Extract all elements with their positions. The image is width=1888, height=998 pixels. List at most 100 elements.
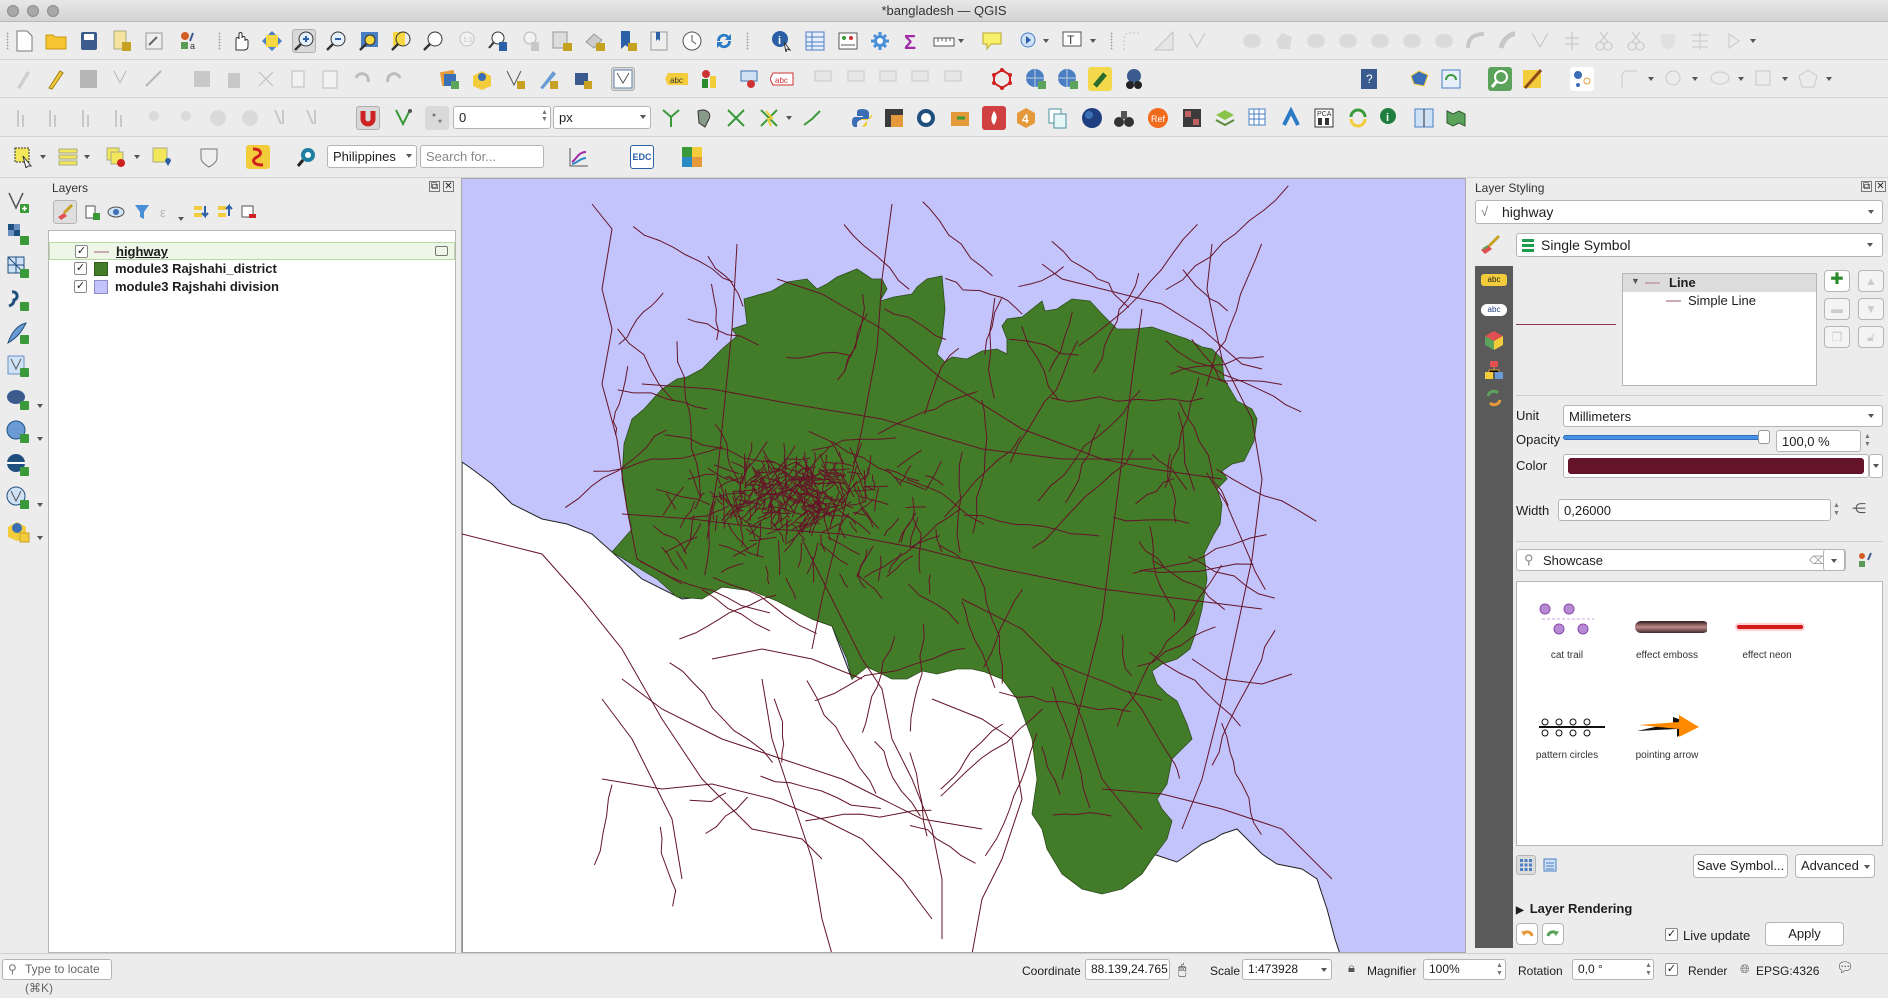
open-attribute-table-icon[interactable]: [803, 29, 827, 53]
delete-ring-icon[interactable]: [1400, 29, 1424, 53]
new-spatialite-layer-icon[interactable]: [470, 67, 494, 91]
snap-segment-icon[interactable]: [44, 106, 68, 130]
modify-attributes-icon[interactable]: [190, 67, 214, 91]
map-tips-icon[interactable]: [980, 29, 1004, 53]
new-shapefile-layer-icon[interactable]: [503, 67, 527, 91]
shape-dropdown-3[interactable]: [1738, 77, 1744, 81]
snapping-unit-select[interactable]: px: [553, 106, 651, 129]
new-map-view-icon[interactable]: [550, 29, 574, 53]
collapse-all-icon[interactable]: [212, 200, 236, 224]
color-button[interactable]: [1563, 454, 1869, 478]
shape-dropdown-5[interactable]: [1826, 77, 1832, 81]
opacity-input[interactable]: 100,0 %: [1776, 430, 1861, 452]
identify-features-icon[interactable]: i: [770, 29, 794, 53]
redo-icon[interactable]: [382, 67, 406, 91]
library-filter-dropdown[interactable]: [1823, 549, 1845, 571]
snap-vertex-icon[interactable]: [110, 106, 134, 130]
select-features-icon[interactable]: [12, 145, 36, 169]
new-print-layout-icon[interactable]: [110, 29, 134, 53]
grid-table-icon[interactable]: [1246, 106, 1270, 130]
refresh-icon[interactable]: [712, 29, 736, 53]
toggle-editing-icon[interactable]: [44, 67, 68, 91]
annotation-dropdown[interactable]: [1090, 39, 1096, 43]
add-raster-layer-icon[interactable]: [6, 222, 30, 246]
rectangle-digitize-icon[interactable]: [1752, 67, 1776, 91]
zoom-last-icon[interactable]: [486, 29, 510, 53]
move-label-icon[interactable]: [812, 67, 836, 91]
redo-button[interactable]: [1542, 923, 1564, 945]
undo-button[interactable]: [1516, 923, 1538, 945]
duplicate-symbol-layer-button[interactable]: ❐: [1824, 326, 1850, 348]
map-canvas[interactable]: [461, 178, 1466, 953]
labels-tab-icon[interactable]: abc: [1481, 274, 1507, 286]
raster-calculator-icon[interactable]: [882, 106, 906, 130]
symbol-tree-root[interactable]: ▼ Line: [1623, 274, 1816, 292]
opacity-spinner-icon[interactable]: ▲ ▼: [1864, 433, 1871, 449]
zoom-native-icon[interactable]: 1:1: [453, 29, 477, 53]
copy-features-icon[interactable]: [286, 67, 310, 91]
circle-digitize-icon[interactable]: [1662, 67, 1686, 91]
field-calculator-icon[interactable]: [836, 29, 860, 53]
topological-editing-icon[interactable]: [692, 106, 716, 130]
shape-digitize-icon[interactable]: [1618, 67, 1642, 91]
new-bookmark-icon[interactable]: [615, 29, 639, 53]
globe-plugin-icon[interactable]: [1080, 106, 1104, 130]
masks-tab-icon[interactable]: abc: [1481, 304, 1507, 316]
simplify-feature-icon[interactable]: [1272, 29, 1296, 53]
shape-dropdown-2[interactable]: [1692, 77, 1698, 81]
snapping-tolerance-icon[interactable]: [800, 106, 824, 130]
merge-features-icon[interactable]: [1656, 29, 1680, 53]
show-bookmarks-icon[interactable]: [647, 29, 671, 53]
ref-plugin-icon[interactable]: Ref: [1146, 106, 1170, 130]
add-wms-layer-icon[interactable]: [1024, 67, 1048, 91]
place-search-input[interactable]: Search for...: [420, 145, 544, 168]
apply-button[interactable]: Apply: [1765, 922, 1844, 946]
select-value-dropdown[interactable]: [84, 155, 90, 159]
snapping-tolerance-input[interactable]: 0: [453, 106, 551, 129]
add-part-icon[interactable]: [1336, 29, 1360, 53]
layer-indicator-icon[interactable]: [435, 246, 448, 256]
deselect-dropdown[interactable]: [134, 155, 140, 159]
python-console-icon[interactable]: [850, 106, 874, 130]
shape-dropdown-1[interactable]: [1648, 77, 1654, 81]
raise-polygon-icon[interactable]: [270, 106, 294, 130]
toggle-extents-icon[interactable]: 🖱︎: [1178, 961, 1186, 978]
layer-item-highway[interactable]: ✓ highway: [49, 242, 455, 260]
snapping-mode-icon[interactable]: [392, 106, 416, 130]
crs-globe-icon[interactable]: 🌐︎: [1740, 962, 1750, 977]
rotate-point-symbols-icon[interactable]: [1722, 29, 1746, 53]
info-plugin-icon[interactable]: i: [1378, 106, 1402, 130]
tracing-icon[interactable]: [659, 106, 683, 130]
symbol-effect-emboss[interactable]: effect emboss: [1617, 587, 1717, 677]
lower-point-icon[interactable]: [174, 106, 198, 130]
float-panel-icon[interactable]: ⧉: [1861, 181, 1872, 192]
live-update-checkbox[interactable]: ✓: [1665, 928, 1678, 941]
change-label-icon[interactable]: [877, 67, 901, 91]
lock-color-button[interactable]: 🔓︎: [1858, 326, 1884, 348]
route-plugin-icon[interactable]: [246, 145, 270, 169]
raise-point-icon[interactable]: [142, 106, 166, 130]
locate-search-icon[interactable]: [295, 145, 319, 169]
expand-all-icon[interactable]: [188, 200, 212, 224]
reverse-line-icon[interactable]: [1528, 29, 1552, 53]
show-hide-labels-icon[interactable]: abc: [770, 67, 794, 91]
shape-dropdown-4[interactable]: [1782, 77, 1788, 81]
swipe-layer-icon[interactable]: [1412, 106, 1436, 130]
measure-dropdown[interactable]: [958, 39, 964, 43]
copy-layout-icon[interactable]: [1046, 106, 1070, 130]
pan-map-icon[interactable]: [228, 29, 252, 53]
rotation-spinner-icon[interactable]: ▲ ▼: [1645, 962, 1652, 978]
save-project-icon[interactable]: [77, 29, 101, 53]
deselect-all-icon[interactable]: [104, 145, 128, 169]
snap-intersection-icon[interactable]: [77, 106, 101, 130]
diagram-options-icon[interactable]: [697, 67, 721, 91]
point-cluster-icon[interactable]: [1570, 67, 1594, 91]
minimize-window-button[interactable]: [27, 5, 39, 17]
lower-polygon-icon[interactable]: [302, 106, 326, 130]
qgis-cloud-icon[interactable]: [914, 106, 938, 130]
snapping-type-icon[interactable]: [425, 106, 449, 130]
processing-toolbox-icon[interactable]: [868, 29, 892, 53]
text-annotation-icon[interactable]: T: [1060, 29, 1084, 53]
symbol-effect-neon[interactable]: effect neon: [1717, 587, 1817, 677]
map-swipe-icon[interactable]: [1520, 67, 1544, 91]
